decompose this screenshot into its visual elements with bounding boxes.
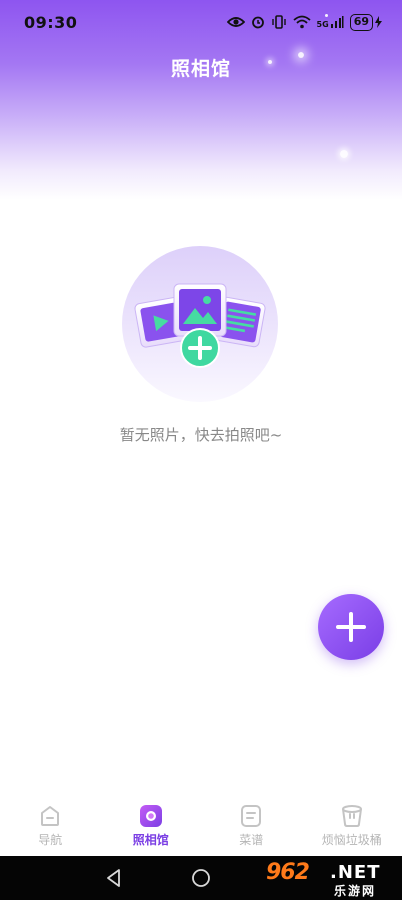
tab-label: 烦恼垃圾桶 bbox=[321, 833, 382, 847]
empty-photos-illustration bbox=[122, 246, 278, 402]
plus-icon bbox=[336, 612, 366, 642]
charging-icon bbox=[375, 16, 382, 28]
bottom-tab-bar: 导航 照相馆 菜谱 烦恼垃圾桶 bbox=[0, 796, 402, 856]
tab-label: 导航 bbox=[38, 833, 63, 847]
watermark-cn: 乐游网 bbox=[334, 884, 377, 898]
home-icon bbox=[41, 806, 60, 826]
wifi-icon bbox=[292, 15, 311, 29]
eye-icon bbox=[226, 17, 245, 27]
back-icon[interactable] bbox=[104, 868, 124, 888]
home-circle-icon[interactable] bbox=[191, 868, 211, 888]
status-icons: 5G 69 bbox=[226, 13, 382, 31]
status-bar: 09:30 5G 69 bbox=[0, 0, 402, 44]
tab-trash-bin[interactable]: 烦恼垃圾桶 bbox=[302, 796, 402, 856]
note-icon bbox=[241, 805, 262, 827]
sparkle-decoration bbox=[340, 150, 348, 158]
camera-icon bbox=[139, 805, 162, 827]
add-photo-button[interactable] bbox=[318, 594, 384, 660]
vibrate-icon bbox=[271, 15, 286, 29]
tab-label: 照相馆 bbox=[132, 833, 169, 847]
alarm-icon bbox=[251, 16, 264, 29]
page-title: 照相馆 bbox=[170, 58, 231, 80]
watermark-suffix: .NET bbox=[330, 862, 381, 883]
trash-bin-icon bbox=[341, 805, 362, 827]
battery-indicator: 69 bbox=[349, 13, 382, 31]
battery-level: 69 bbox=[349, 13, 373, 31]
signal-indicator: 5G bbox=[317, 15, 344, 29]
tab-navigation[interactable]: 导航 bbox=[0, 796, 101, 856]
watermark-brand: 962 bbox=[266, 860, 310, 885]
status-time: 09:30 bbox=[24, 12, 78, 32]
watermark-logo: 962 .NET 乐游网 bbox=[262, 856, 402, 900]
tab-recipes[interactable]: 菜谱 bbox=[201, 796, 302, 856]
tab-photo-studio[interactable]: 照相馆 bbox=[101, 796, 202, 856]
empty-state-message: 暂无照片，快去拍照吧~ bbox=[119, 426, 283, 444]
network-type: 5G bbox=[316, 20, 329, 29]
tab-label: 菜谱 bbox=[239, 833, 264, 847]
signal-icon bbox=[330, 16, 344, 28]
